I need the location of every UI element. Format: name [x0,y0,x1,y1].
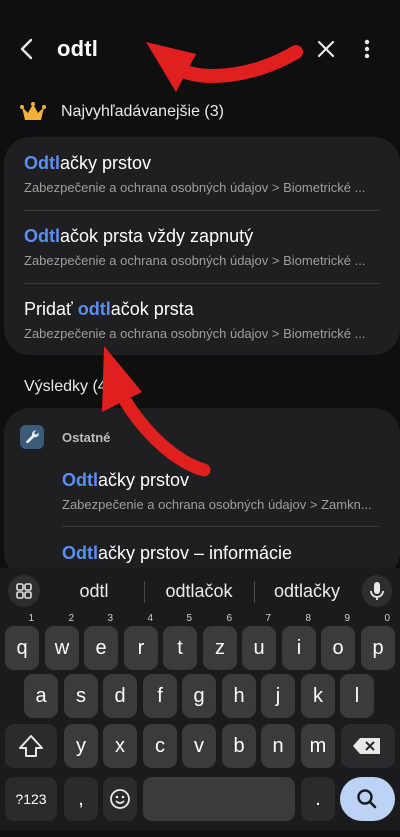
key-v[interactable]: v [182,724,216,768]
list-item[interactable]: Odtlačky prstov Zabezpečenie a ochrana o… [24,153,384,209]
annotation-arrow-top [169,45,303,84]
divider [24,210,380,211]
more-vert-icon [364,39,370,59]
key-x[interactable]: x [103,724,137,768]
key-r[interactable]: r4 [124,613,158,670]
clear-search-button[interactable] [312,34,340,64]
voice-input-button[interactable] [362,575,392,607]
key-a[interactable]: a [24,674,58,718]
backspace-key[interactable] [341,724,395,768]
keyboard-menu-button[interactable] [8,575,40,607]
key-f[interactable]: f [143,674,177,718]
key-w[interactable]: w2 [45,613,79,670]
key-u[interactable]: u7 [242,613,276,670]
key-y[interactable]: y [64,724,98,768]
key-c[interactable]: c [143,724,177,768]
key-l[interactable]: l [340,674,374,718]
list-item[interactable]: Odtlačok prsta vždy zapnutý Zabezpečenie… [24,226,384,282]
divider [24,283,380,284]
suggestion-3[interactable]: odtlačky [258,581,356,602]
search-key[interactable] [340,777,395,821]
list-item[interactable]: Odtlačky prstov Zabezpečenie a ochrana o… [62,470,382,520]
grid-icon [16,583,32,599]
item-title: Odtlačky prstov [24,153,152,173]
key-z[interactable]: z6 [203,613,237,670]
back-button[interactable] [14,34,42,64]
key-n[interactable]: n [261,724,295,768]
item-title: Odtlačky prstov [62,470,190,490]
divider [144,581,145,603]
key-g[interactable]: g [182,674,216,718]
wrench-icon [20,425,44,449]
symbols-key[interactable]: ?123 [5,777,57,821]
close-icon [317,40,335,58]
most-searched-card: Odtlačky prstov Zabezpečenie a ochrana o… [4,137,400,355]
key-j[interactable]: j [261,674,295,718]
key-q[interactable]: q1 [5,613,39,670]
back-arrow-icon [20,38,33,60]
key-e[interactable]: e3 [84,613,118,670]
period-key[interactable]: . [301,777,335,821]
item-title: Odtlačky prstov – informácie [62,543,293,563]
search-input[interactable]: odtl [57,36,98,62]
list-item[interactable]: Pridať odtlačok prsta Zabezpečenie a och… [24,299,384,355]
search-icon [357,789,377,809]
item-path: Zabezpečenie a ochrana osobných údajov >… [24,253,366,268]
emoji-key[interactable] [103,777,137,821]
more-options-button[interactable] [356,34,378,64]
key-k[interactable]: k [301,674,335,718]
item-path: Zabezpečenie a ochrana osobných údajov >… [24,326,366,341]
category-label: Ostatné [62,430,111,445]
key-p[interactable]: p0 [361,613,395,670]
comma-key[interactable]: , [64,777,98,821]
key-i[interactable]: i8 [282,613,316,670]
item-path: Zabezpečenie a ochrana osobných údajov >… [24,180,366,195]
item-title: Pridať odtlačok prsta [24,299,194,319]
backspace-icon [353,738,380,754]
crown-icon [20,101,46,123]
key-t[interactable]: t5 [163,613,197,670]
most-searched-title: Najvyhľadávanejšie (3) [61,103,224,120]
suggestion-2[interactable]: odtlačok [150,581,248,602]
shift-icon [19,735,43,757]
space-key[interactable] [143,777,295,821]
divider [254,581,255,603]
key-d[interactable]: d [103,674,137,718]
divider [62,526,380,527]
item-title: Odtlačok prsta vždy zapnutý [24,226,254,246]
emoji-icon [110,789,130,809]
shift-key[interactable] [5,724,57,768]
item-path: Zabezpečenie a ochrana osobných údajov >… [62,497,372,512]
key-m[interactable]: m [301,724,335,768]
key-o[interactable]: o9 [321,613,355,670]
annotation-arrowhead-top [146,42,196,92]
results-title: Výsledky (4) [24,378,113,395]
key-s[interactable]: s [64,674,98,718]
key-h[interactable]: h [222,674,256,718]
mic-icon [370,582,384,600]
key-b[interactable]: b [222,724,256,768]
list-item[interactable]: Odtlačky prstov – informácie [62,543,382,569]
suggestion-1[interactable]: odtl [48,581,140,602]
